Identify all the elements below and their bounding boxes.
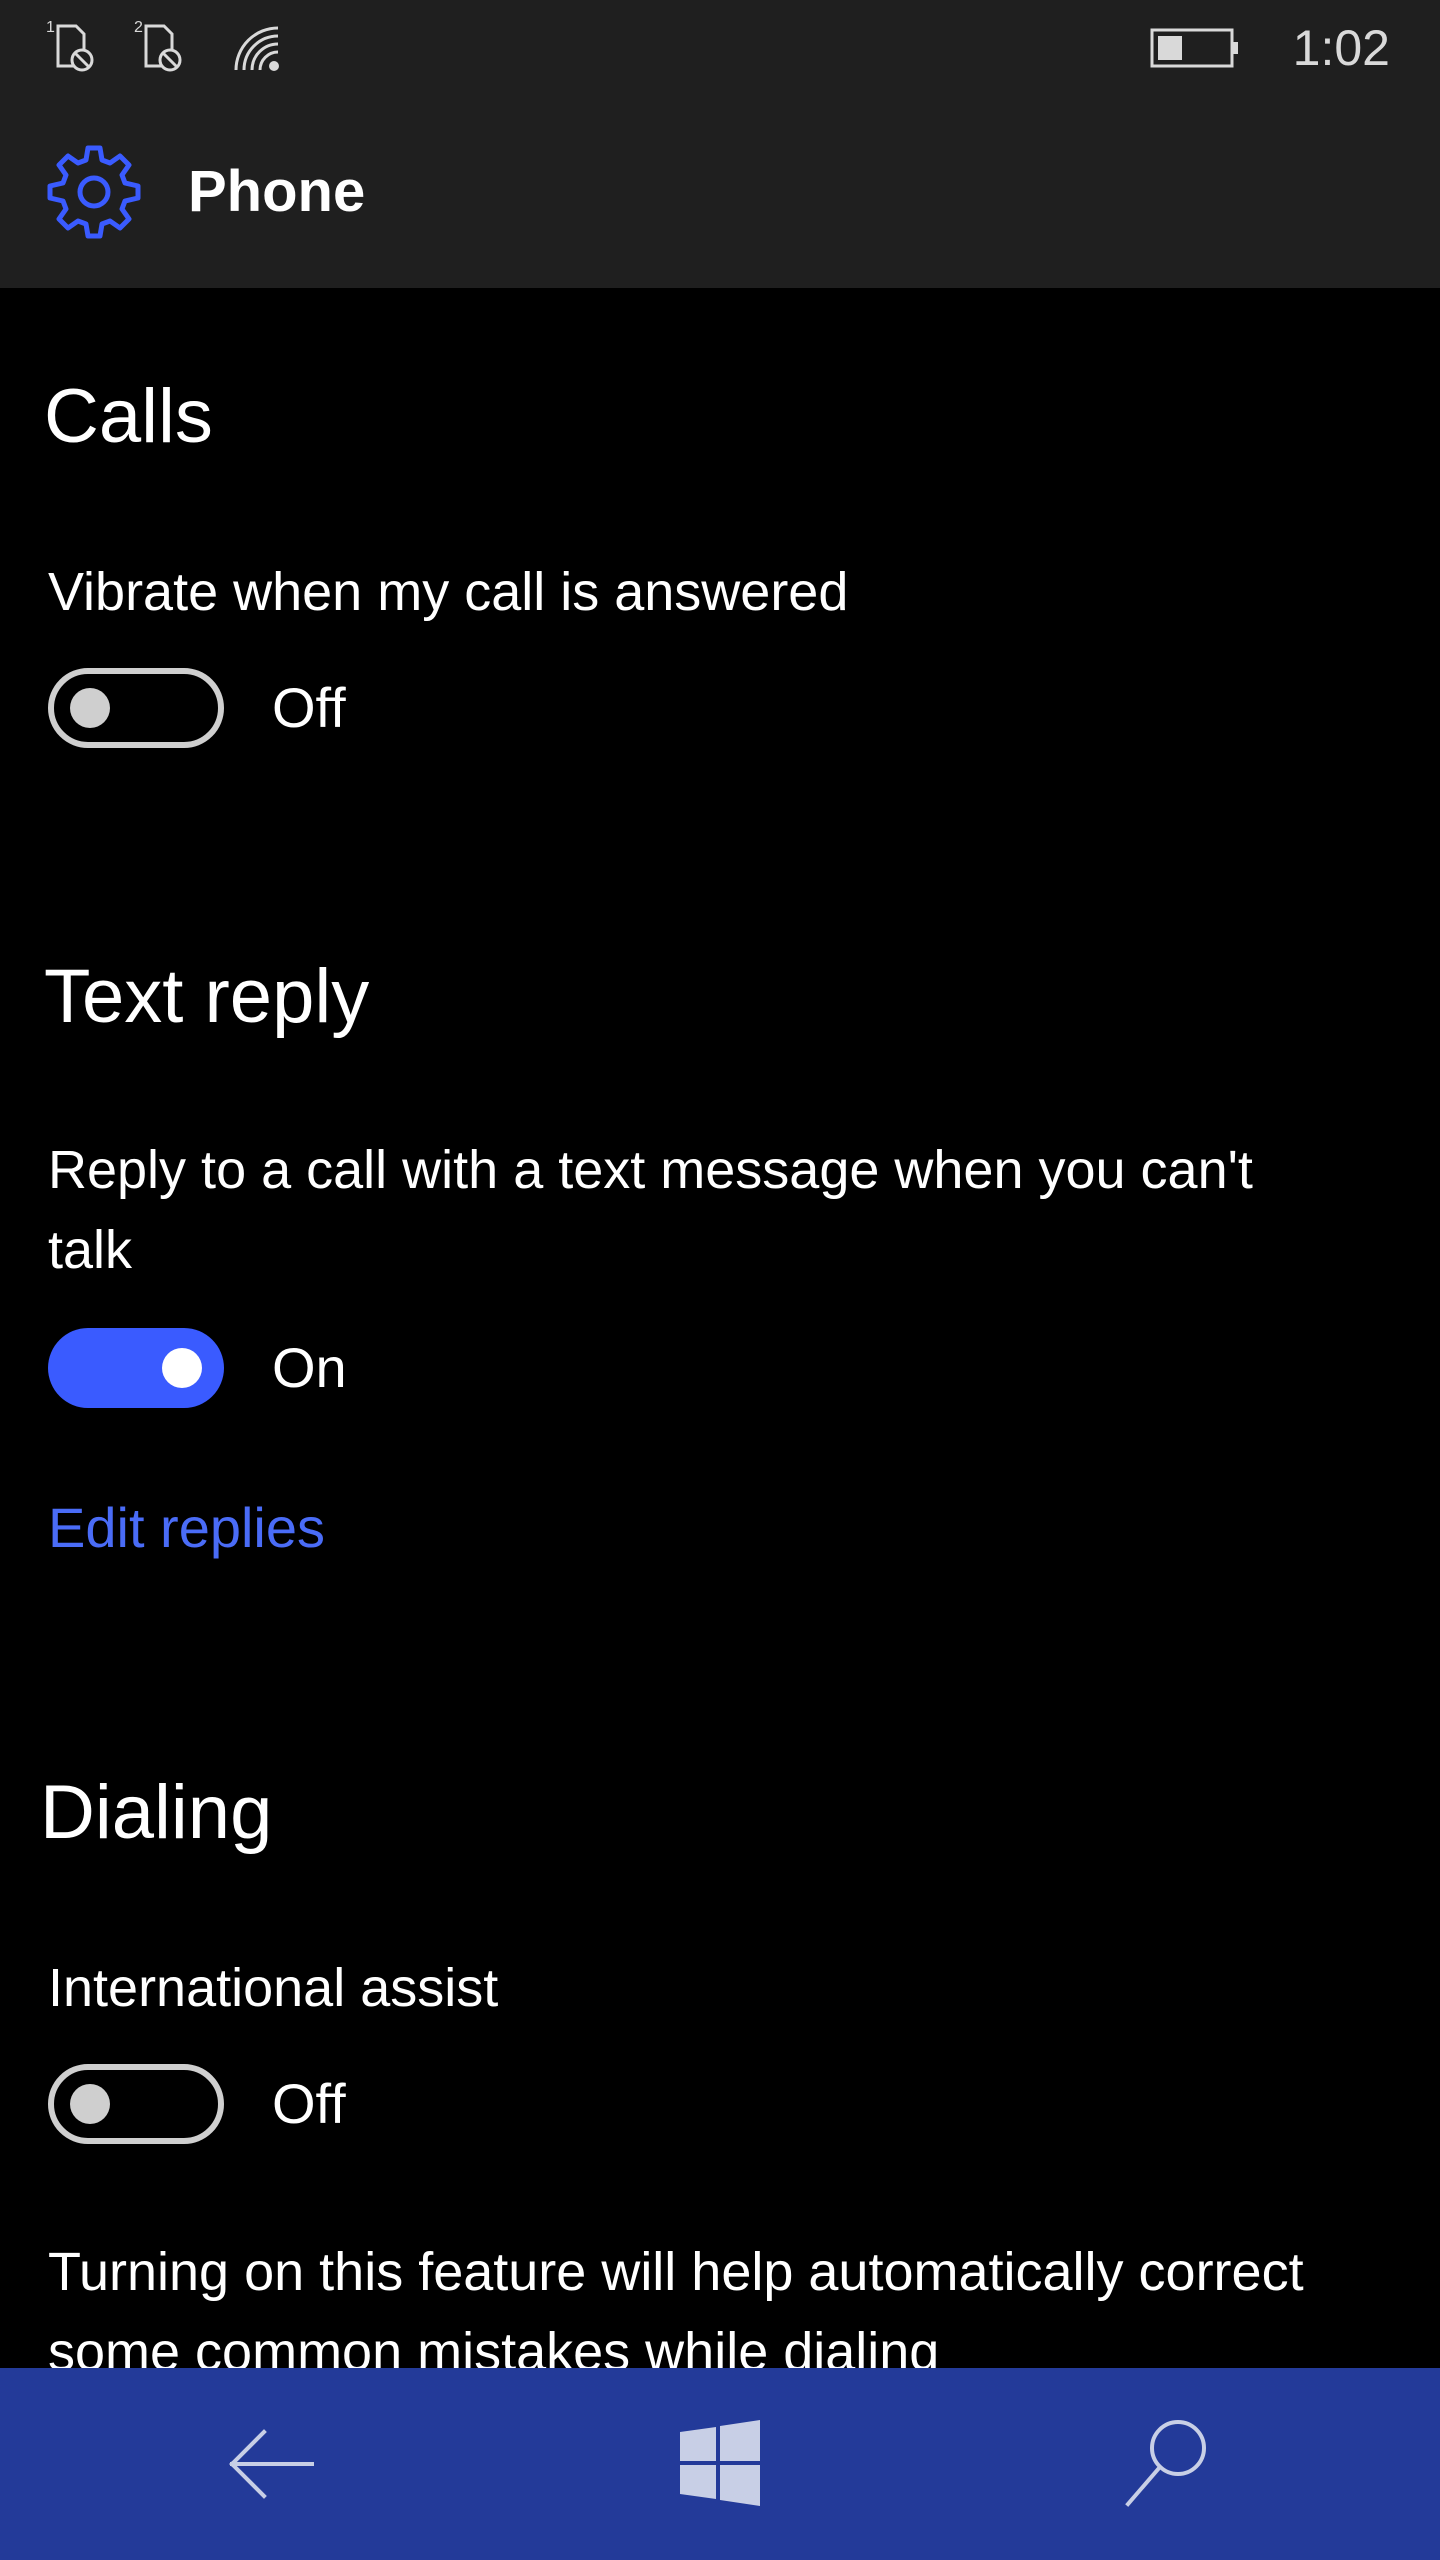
international-assist-description: Turning on this feature will help automa… <box>48 2242 1304 2368</box>
sim2-number: 2 <box>134 19 143 36</box>
international-assist-toggle-state: Off <box>272 2072 346 2135</box>
settings-content[interactable]: Calls Vibrate when my call is answered O… <box>0 288 1440 2368</box>
page-header: Phone <box>0 96 1440 288</box>
status-bar: 1 2 1:02 <box>0 0 1440 96</box>
edit-replies-link[interactable]: Edit replies <box>48 1488 325 1568</box>
sim1-no-signal-icon: 1 <box>46 19 94 72</box>
toggle-knob <box>70 2084 110 2124</box>
international-assist-label: International assist <box>48 1958 499 2018</box>
section-title-dialing: Dialing <box>40 1770 273 1855</box>
section-title-text-reply: Text reply <box>44 954 370 1039</box>
text-reply-setting-label: Reply to a call with a text message when… <box>48 1140 1253 1280</box>
toggle-knob <box>70 688 110 728</box>
vibrate-toggle-state: Off <box>272 676 346 739</box>
toggle-knob <box>162 1348 202 1388</box>
text-reply-toggle[interactable] <box>48 1328 224 1408</box>
vibrate-setting-label: Vibrate when my call is answered <box>48 562 849 622</box>
clock: 1:02 <box>1292 20 1390 76</box>
back-arrow-icon[interactable] <box>212 2404 332 2524</box>
text-reply-toggle-state: On <box>272 1336 347 1399</box>
international-assist-toggle[interactable] <box>48 2064 224 2144</box>
battery-icon <box>1150 28 1238 68</box>
page-title: Phone <box>188 159 366 224</box>
search-icon[interactable] <box>1108 2404 1228 2524</box>
section-title-calls: Calls <box>44 374 213 459</box>
sim2-no-signal-icon: 2 <box>134 19 182 72</box>
windows-logo-icon[interactable] <box>660 2404 780 2524</box>
vibrate-toggle[interactable] <box>48 668 224 748</box>
wifi-icon <box>234 26 279 71</box>
sim1-number: 1 <box>46 19 55 36</box>
gear-icon <box>47 145 141 239</box>
navigation-bar <box>0 2368 1440 2560</box>
